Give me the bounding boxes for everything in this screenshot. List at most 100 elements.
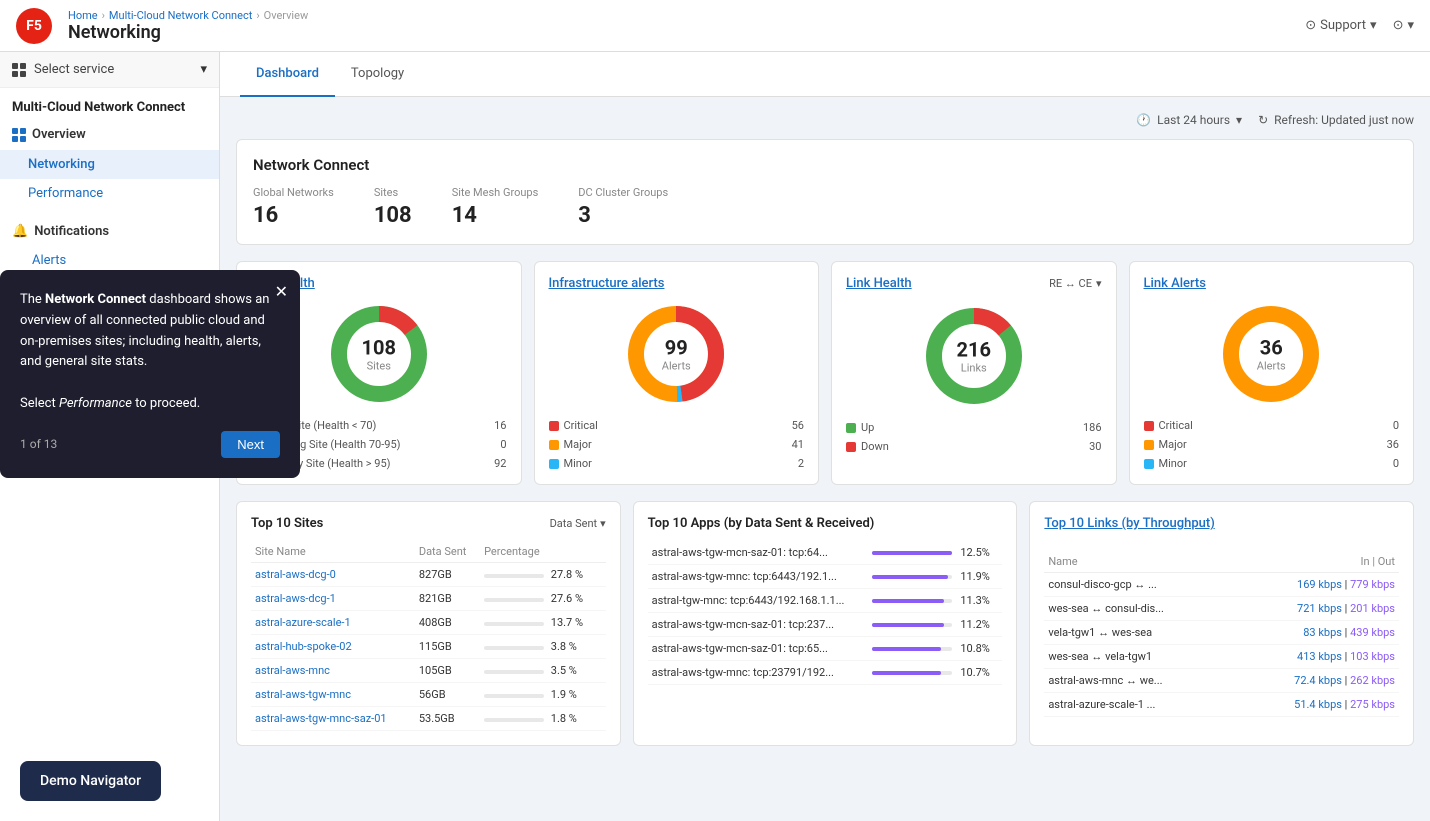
legend-up: Up 186 bbox=[846, 421, 1102, 434]
link-in[interactable]: 721 kbps bbox=[1297, 602, 1342, 615]
link-alerts-legend: Critical 0 Major 36 Minor 0 bbox=[1144, 419, 1400, 470]
top-apps-title: Top 10 Apps (by Data Sent & Received) bbox=[648, 516, 1003, 531]
link-out[interactable]: 103 kbps bbox=[1350, 650, 1395, 663]
tooltip-close-button[interactable]: ✕ bbox=[275, 282, 288, 302]
col-in-out: In | Out bbox=[1233, 551, 1399, 573]
table-row: astral-aws-tgw-mcn-saz-01: tcp:64... 12.… bbox=[648, 541, 1003, 565]
legend-critical-link: Critical 0 bbox=[1144, 419, 1400, 432]
legend-major-link: Major 36 bbox=[1144, 438, 1400, 451]
sidebar-notifications-group[interactable]: 🔔 Notifications bbox=[0, 216, 219, 247]
site-link[interactable]: astral-aws-mnc bbox=[255, 664, 330, 677]
content-tabs: Dashboard Topology bbox=[220, 52, 1430, 97]
table-row: astral-tgw-mnc: tcp:6443/192.168.1.1... … bbox=[648, 589, 1003, 613]
charts-row: Site Health 108 Sites Alert Site (Health… bbox=[236, 261, 1414, 485]
breadcrumb-mcnc[interactable]: Multi-Cloud Network Connect bbox=[109, 9, 252, 22]
top-links-title[interactable]: Top 10 Links (by Throughput) bbox=[1044, 516, 1214, 531]
link-out[interactable]: 779 kbps bbox=[1350, 578, 1395, 591]
table-row: astral-azure-scale-1 408GB 13.7 % bbox=[251, 611, 606, 635]
top-header: F5 Home › Multi-Cloud Network Connect › … bbox=[0, 0, 1430, 52]
table-row: wes-sea ↔ vela-tgw1 413 kbps | 103 kbps bbox=[1044, 645, 1399, 669]
site-link[interactable]: astral-aws-tgw-mnc-saz-01 bbox=[255, 712, 387, 725]
link-in[interactable]: 72.4 kbps bbox=[1294, 674, 1342, 687]
link-out[interactable]: 275 kbps bbox=[1350, 698, 1395, 711]
f5-logo: F5 bbox=[16, 8, 52, 44]
sidebar-item-performance[interactable]: Performance bbox=[0, 179, 219, 208]
site-link[interactable]: astral-aws-tgw-mnc bbox=[255, 688, 351, 701]
overview-grid-icon bbox=[12, 128, 26, 142]
notifications-label: Notifications bbox=[34, 224, 109, 239]
tooltip-footer: 1 of 13 Next bbox=[20, 431, 280, 458]
time-filter[interactable]: 🕐 Last 24 hours ▾ bbox=[1136, 113, 1242, 127]
table-row: astral-aws-dcg-0 827GB 27.8 % bbox=[251, 563, 606, 587]
legend-major-infra: Major 41 bbox=[549, 438, 805, 451]
tab-dashboard[interactable]: Dashboard bbox=[240, 52, 335, 97]
link-in[interactable]: 51.4 kbps bbox=[1294, 698, 1342, 711]
stat-dc-cluster-groups: DC Cluster Groups 3 bbox=[578, 186, 668, 228]
stat-site-mesh-groups: Site Mesh Groups 14 bbox=[452, 186, 539, 228]
chart-link-alerts: Link Alerts 36 Alerts Critical 0 bbox=[1129, 261, 1415, 485]
legend-minor-infra: Minor 2 bbox=[549, 457, 805, 470]
table-row: astral-aws-mnc ↔ we... 72.4 kbps | 262 k… bbox=[1044, 669, 1399, 693]
infra-alerts-title[interactable]: Infrastructure alerts bbox=[549, 276, 665, 291]
link-out[interactable]: 262 kbps bbox=[1350, 674, 1395, 687]
top-sites-title: Top 10 Sites bbox=[251, 516, 323, 531]
col-percentage: Percentage bbox=[480, 541, 606, 563]
col-site-name: Site Name bbox=[251, 541, 415, 563]
top-links-table: Name In | Out consul-disco-gcp ↔ ... 169… bbox=[1044, 551, 1399, 717]
link-health-filter[interactable]: RE ↔ CE▾ bbox=[1049, 277, 1101, 290]
top-links-card: Top 10 Links (by Throughput) Name In | O… bbox=[1029, 501, 1414, 746]
table-row: vela-tgw1 ↔ wes-sea 83 kbps | 439 kbps bbox=[1044, 621, 1399, 645]
link-health-legend: Up 186 Down 30 bbox=[846, 421, 1102, 453]
content-top-bar: 🕐 Last 24 hours ▾ ↻ Refresh: Updated jus… bbox=[236, 113, 1414, 127]
sidebar-item-overview[interactable]: Overview bbox=[0, 119, 219, 150]
breadcrumb: Home › Multi-Cloud Network Connect › Ove… bbox=[68, 9, 308, 22]
tooltip-next-button[interactable]: Next bbox=[221, 431, 280, 458]
top-links-body: consul-disco-gcp ↔ ... 169 kbps | 779 kb… bbox=[1044, 573, 1399, 717]
infra-alerts-svg bbox=[621, 299, 731, 409]
top-sites-table: Site Name Data Sent Percentage astral-aw… bbox=[251, 541, 606, 731]
tab-topology[interactable]: Topology bbox=[335, 52, 420, 97]
table-row: astral-aws-tgw-mnc-saz-01 53.5GB 1.8 % bbox=[251, 707, 606, 731]
link-alerts-svg bbox=[1216, 299, 1326, 409]
site-link[interactable]: astral-aws-dcg-0 bbox=[255, 568, 336, 581]
site-link[interactable]: astral-azure-scale-1 bbox=[255, 616, 351, 629]
site-health-donut: 108 Sites bbox=[324, 299, 434, 409]
site-link[interactable]: astral-aws-dcg-1 bbox=[255, 592, 336, 605]
support-chevron-icon: ▾ bbox=[1370, 18, 1377, 33]
top-sites-sort[interactable]: Data Sent▾ bbox=[550, 517, 606, 530]
link-out[interactable]: 439 kbps bbox=[1350, 626, 1395, 639]
support-button[interactable]: ⊙ Support ▾ bbox=[1305, 18, 1376, 33]
bell-icon: 🔔 bbox=[12, 224, 28, 239]
link-health-title[interactable]: Link Health bbox=[846, 276, 912, 291]
table-row: astral-aws-tgw-mcn-saz-01: tcp:237... 11… bbox=[648, 613, 1003, 637]
infra-alerts-legend: Critical 56 Major 41 Minor 2 bbox=[549, 419, 805, 470]
clock-icon: 🕐 bbox=[1136, 113, 1151, 127]
top-apps-body: astral-aws-tgw-mcn-saz-01: tcp:64... 12.… bbox=[648, 541, 1003, 685]
user-menu-button[interactable]: ⊙ ▾ bbox=[1393, 18, 1414, 33]
refresh-button[interactable]: ↻ Refresh: Updated just now bbox=[1258, 113, 1414, 127]
legend-minor-link: Minor 0 bbox=[1144, 457, 1400, 470]
support-label: Support bbox=[1320, 18, 1366, 33]
service-select-chevron: ▾ bbox=[200, 62, 207, 77]
sidebar-item-networking[interactable]: Networking bbox=[0, 150, 219, 179]
table-row: consul-disco-gcp ↔ ... 169 kbps | 779 kb… bbox=[1044, 573, 1399, 597]
stat-sites: Sites 108 bbox=[374, 186, 412, 228]
breadcrumb-home[interactable]: Home bbox=[68, 9, 98, 22]
link-out[interactable]: 201 kbps bbox=[1350, 602, 1395, 615]
chart-link-health: Link Health RE ↔ CE▾ 216 Links bbox=[831, 261, 1117, 485]
link-in[interactable]: 83 kbps bbox=[1303, 626, 1342, 639]
support-icon: ⊙ bbox=[1305, 18, 1316, 33]
top-apps-card: Top 10 Apps (by Data Sent & Received) as… bbox=[633, 501, 1018, 746]
breadcrumb-sep2: › bbox=[256, 9, 259, 22]
link-health-title-row: Link Health RE ↔ CE▾ bbox=[846, 276, 1102, 291]
link-alerts-title[interactable]: Link Alerts bbox=[1144, 276, 1206, 291]
link-health-donut: 216 Links bbox=[919, 301, 1029, 411]
site-link[interactable]: astral-hub-spoke-02 bbox=[255, 640, 352, 653]
header-left: F5 Home › Multi-Cloud Network Connect › … bbox=[16, 8, 308, 44]
chart-infra-alerts: Infrastructure alerts 99 Alerts Critical bbox=[534, 261, 820, 485]
service-select-dropdown[interactable]: Select service ▾ bbox=[0, 52, 219, 88]
link-in[interactable]: 169 kbps bbox=[1297, 578, 1342, 591]
link-in[interactable]: 413 kbps bbox=[1297, 650, 1342, 663]
demo-navigator-button[interactable]: Demo Navigator bbox=[20, 761, 161, 801]
top-sites-body: astral-aws-dcg-0 827GB 27.8 % astral-aws… bbox=[251, 563, 606, 731]
